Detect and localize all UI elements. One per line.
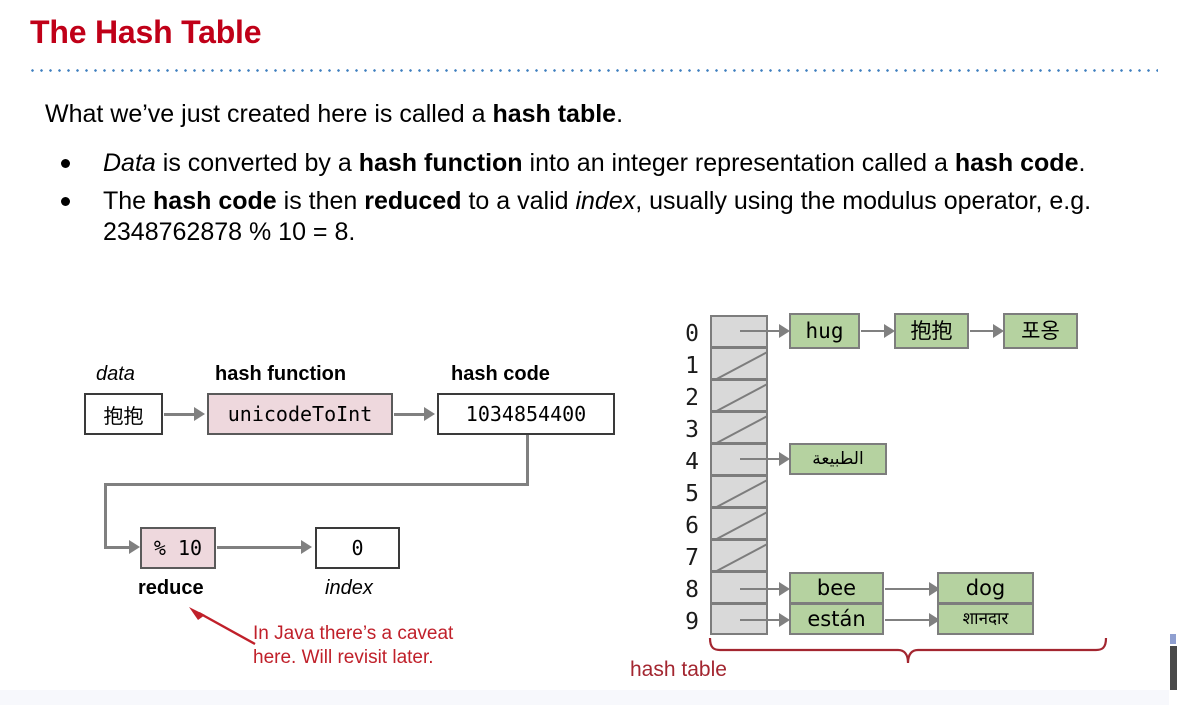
node-8-1[interactable]: dog [937, 572, 1034, 604]
bucket-index-6: 6 [685, 513, 699, 539]
link-9-b-line [885, 619, 932, 621]
bucket-index-5: 5 [685, 481, 699, 507]
node-8-0[interactable]: bee [789, 572, 884, 604]
link-4-a-line [740, 458, 782, 460]
bucket-cell-2[interactable] [710, 379, 768, 411]
bucket-index-1: 1 [685, 353, 699, 379]
null-slash-icon [712, 541, 766, 570]
slide-canvas: The Hash Table What we’ve just created h… [0, 0, 1178, 690]
bucket-index-2: 2 [685, 385, 699, 411]
scrollbar[interactable] [1169, 0, 1178, 705]
node-9-1[interactable]: शानदार [937, 603, 1034, 635]
bucket-cell-5[interactable] [710, 475, 768, 507]
bucket-cell-6[interactable] [710, 507, 768, 539]
node-0-1[interactable]: 抱抱 [894, 313, 969, 349]
bucket-index-4: 4 [685, 449, 699, 475]
null-slash-icon [712, 349, 766, 378]
null-slash-icon [712, 381, 766, 410]
hash-table-brace [708, 637, 1108, 664]
bucket-cell-7[interactable] [710, 539, 768, 571]
null-slash-icon [712, 509, 766, 538]
link-9-a-line [740, 619, 782, 621]
link-8-a-line [740, 588, 782, 590]
null-slash-icon [712, 413, 766, 442]
null-slash-icon [712, 477, 766, 506]
node-9-0[interactable]: están [789, 603, 884, 635]
brace-icon [708, 637, 1108, 664]
node-0-0[interactable]: hug [789, 313, 860, 349]
bucket-index-0: 0 [685, 321, 699, 347]
bucket-index-3: 3 [685, 417, 699, 443]
bucket-cell-3[interactable] [710, 411, 768, 443]
scrollbar-thumb[interactable] [1170, 646, 1177, 690]
scrollbar-marker [1170, 634, 1176, 644]
hash-table-caption: hash table [630, 658, 727, 681]
bottom-strip [0, 690, 1178, 705]
bucket-cell-8[interactable] [710, 571, 768, 603]
bucket-index-8: 8 [685, 577, 699, 603]
link-8-b-line [885, 588, 932, 590]
bucket-index-7: 7 [685, 545, 699, 571]
node-0-2[interactable]: 포옹 [1003, 313, 1078, 349]
link-0-a-line [740, 330, 782, 332]
hash-table-diagram: 0 1 2 3 4 5 6 7 8 9 hug 抱抱 포옹 الطبيعة be… [0, 0, 1178, 690]
bucket-index-9: 9 [685, 609, 699, 635]
bucket-cell-1[interactable] [710, 347, 768, 379]
node-4-0[interactable]: الطبيعة [789, 443, 887, 475]
